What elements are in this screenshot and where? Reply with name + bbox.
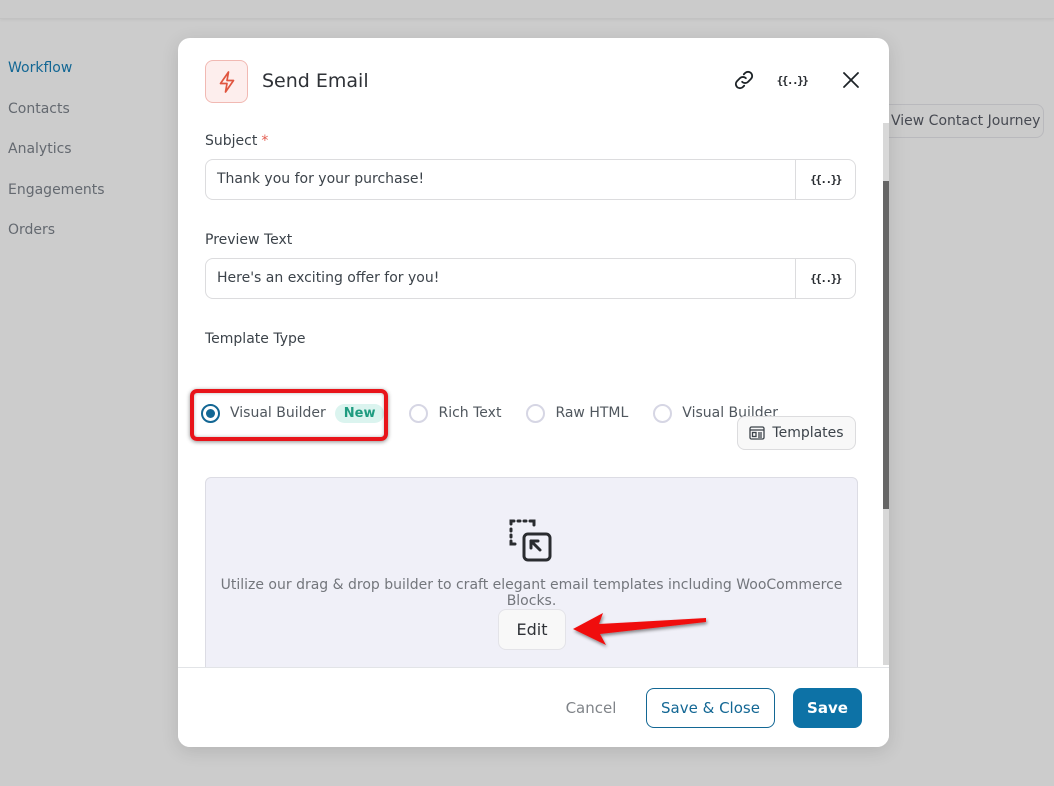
template-type-radio-group: Visual Builder New Rich Text Raw HTML Vi… xyxy=(201,396,795,430)
top-bar xyxy=(0,0,1054,19)
modal-title: Send Email xyxy=(262,70,369,92)
preview-text-input[interactable]: Here's an exciting offer for you! xyxy=(206,259,796,298)
sidebar-item-workflow[interactable]: Workflow xyxy=(8,58,105,99)
template-icon xyxy=(749,426,766,440)
merge-tags-icon: {{..}} xyxy=(776,73,809,87)
radio-unchecked-icon xyxy=(653,403,673,423)
radio-unchecked-icon xyxy=(526,403,546,423)
radio-rich-text[interactable]: Rich Text xyxy=(409,396,501,430)
modal-scrollbar-thumb[interactable] xyxy=(883,181,889,509)
templates-button[interactable]: Templates xyxy=(737,416,856,450)
radio-visual-builder-new[interactable]: Visual Builder New xyxy=(201,396,385,430)
preview-text-field-group: Here's an exciting offer for you! {{..}} xyxy=(205,258,856,299)
merge-tags-icon: {{..}} xyxy=(810,272,842,285)
subject-label: Subject * xyxy=(205,133,268,149)
preview-text-label: Preview Text xyxy=(205,232,293,248)
sidebar-item-contacts[interactable]: Contacts xyxy=(8,99,105,140)
edit-button[interactable]: Edit xyxy=(498,609,566,650)
view-contact-journey-button[interactable]: View Contact Journey xyxy=(886,104,1044,138)
drag-drop-builder-icon xyxy=(509,519,552,562)
modal-footer: Cancel Save & Close Save xyxy=(178,667,889,747)
link-button[interactable] xyxy=(732,68,756,92)
close-button[interactable] xyxy=(839,68,863,92)
radio-checked-icon xyxy=(201,403,220,423)
subject-merge-tags-button[interactable]: {{..}} xyxy=(796,160,855,199)
sidebar-nav: Workflow Contacts Analytics Engagements … xyxy=(8,58,105,261)
sidebar-item-analytics[interactable]: Analytics xyxy=(8,139,105,180)
visual-builder-panel: Utilize our drag & drop builder to craft… xyxy=(205,477,858,667)
builder-description: Utilize our drag & drop builder to craft… xyxy=(220,577,843,609)
merge-tags-header-button[interactable]: {{..}} xyxy=(777,68,809,92)
sidebar-item-engagements[interactable]: Engagements xyxy=(8,180,105,221)
subject-input[interactable]: Thank you for your purchase! xyxy=(206,160,796,199)
merge-tags-icon: {{..}} xyxy=(810,173,842,186)
preview-merge-tags-button[interactable]: {{..}} xyxy=(796,259,855,298)
radio-label: Rich Text xyxy=(438,405,502,421)
modal-header: Send Email {{..}} xyxy=(178,38,889,124)
subject-label-text: Subject xyxy=(205,133,258,149)
radio-raw-html[interactable]: Raw HTML xyxy=(526,396,628,430)
action-icon-box xyxy=(205,60,248,103)
new-badge: New xyxy=(334,403,385,423)
required-mark: * xyxy=(261,133,269,149)
radio-label: Raw HTML xyxy=(555,405,629,421)
close-icon xyxy=(843,72,859,88)
radio-label: Visual Builder xyxy=(230,405,326,421)
send-email-modal: Send Email {{..}} Subject * Thank you for… xyxy=(178,38,889,747)
template-type-label: Template Type xyxy=(205,331,306,347)
lightning-bolt-icon xyxy=(219,70,234,93)
save-and-close-button[interactable]: Save & Close xyxy=(646,688,775,728)
subject-field-group: Thank you for your purchase! {{..}} xyxy=(205,159,856,200)
templates-label: Templates xyxy=(772,425,844,441)
modal-body: Subject * Thank you for your purchase! {{… xyxy=(178,124,889,667)
link-icon xyxy=(734,70,754,90)
cancel-button[interactable]: Cancel xyxy=(550,688,632,728)
radio-unchecked-icon xyxy=(409,403,429,423)
sidebar-item-orders[interactable]: Orders xyxy=(8,220,105,261)
save-button[interactable]: Save xyxy=(793,688,862,728)
